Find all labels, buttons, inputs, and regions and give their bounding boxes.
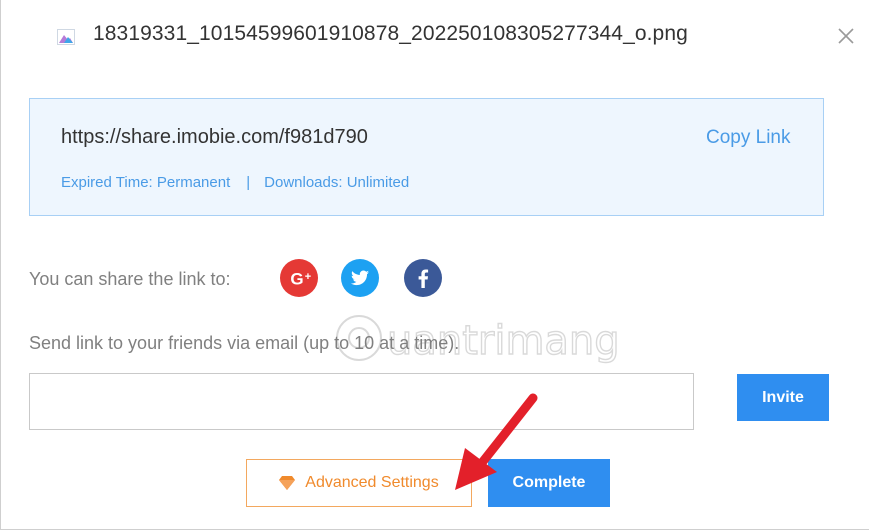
diamond-icon: [279, 476, 296, 490]
link-meta: Expired Time: Permanent | Downloads: Unlim…: [61, 174, 409, 191]
share-link-box: https://share.imobie.com/f981d790 Copy L…: [29, 98, 824, 216]
email-label: Send link to your friends via email (up …: [29, 333, 460, 353]
email-input[interactable]: [29, 373, 694, 430]
dialog-header: 18319331_10154599601910878_2022501083052…: [1, 0, 869, 76]
image-file-icon: [57, 29, 75, 45]
share-url[interactable]: https://share.imobie.com/f981d790: [61, 126, 368, 149]
svg-text:G: G: [290, 270, 303, 289]
file-name: 18319331_10154599601910878_2022501083052…: [93, 22, 688, 45]
twitter-icon[interactable]: [341, 259, 379, 297]
invite-button[interactable]: Invite: [737, 374, 829, 421]
meta-separator: |: [246, 174, 251, 191]
svg-text:+: +: [305, 271, 311, 283]
complete-button[interactable]: Complete: [488, 459, 610, 507]
close-icon[interactable]: [836, 26, 856, 46]
advanced-settings-button[interactable]: Advanced Settings: [246, 459, 472, 507]
google-plus-icon[interactable]: G +: [280, 259, 318, 297]
downloads-limit: Downloads: Unlimited: [264, 174, 410, 191]
copy-link-button[interactable]: Copy Link: [706, 127, 791, 149]
advanced-settings-label: Advanced Settings: [305, 474, 439, 491]
expired-time: Expired Time: Permanent: [61, 174, 231, 191]
share-label: You can share the link to:: [29, 269, 231, 289]
share-dialog: 18319331_10154599601910878_2022501083052…: [0, 0, 869, 530]
facebook-icon[interactable]: [404, 259, 442, 297]
